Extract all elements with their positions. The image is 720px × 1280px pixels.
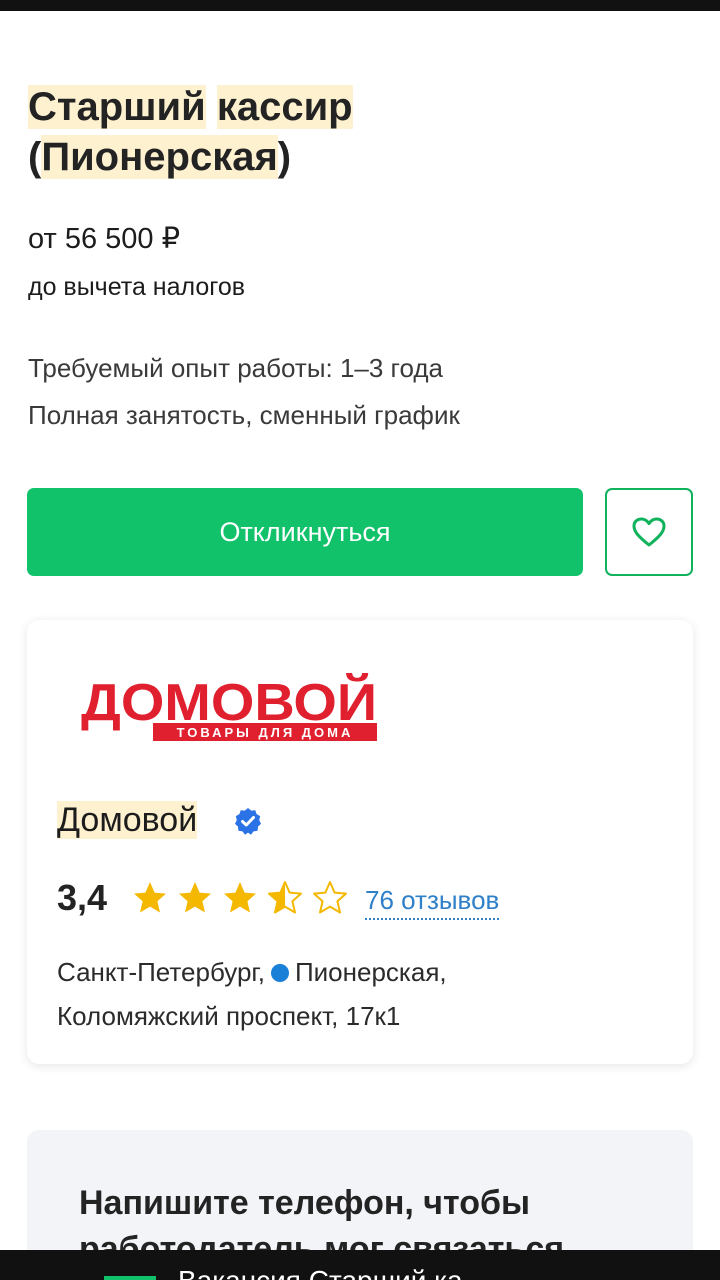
reviews-link[interactable]: 76 отзывов (365, 882, 500, 920)
company-card[interactable]: ДОМОВОЙ ТОВАРЫ ДЛЯ ДОМА Домовой 3,4 76 о… (27, 620, 693, 1064)
metro-dot-icon (270, 964, 289, 982)
address-metro: Пионерская, (294, 957, 447, 987)
experience-requirement: Требуемый опыт работы: 1–3 года (28, 353, 443, 383)
bottom-banner-text: Вакансия Старший ка (178, 1266, 463, 1280)
heart-icon (632, 517, 666, 547)
banner-icon (104, 1276, 156, 1280)
company-name-label: Домовой (57, 801, 198, 839)
address-street: Коломяжский проспект, 17к1 (57, 1001, 401, 1031)
rating-value: 3,4 (57, 877, 108, 918)
apply-button[interactable]: Откликнуться (27, 488, 583, 576)
employment-schedule: Полная занятость, сменный график (28, 400, 460, 430)
star-half-icon (268, 881, 302, 914)
status-bar (0, 0, 720, 11)
bottom-banner[interactable]: Вакансия Старший ка (0, 1250, 720, 1280)
star-full-icon (179, 882, 211, 913)
verified-icon (235, 808, 261, 835)
star-full-icon (134, 882, 166, 913)
favorite-button[interactable] (605, 488, 693, 576)
company-name[interactable]: Домовой (57, 798, 198, 842)
svg-text:ТОВАРЫ ДЛЯ ДОМА: ТОВАРЫ ДЛЯ ДОМА (177, 725, 354, 740)
rating-stars (131, 879, 349, 917)
vacancy-title: Старший кассир (Пионерская) (28, 85, 353, 179)
salary: от 56 500 ₽ (28, 223, 181, 255)
salary-note: до вычета налогов (28, 273, 246, 301)
title-word: кассир (216, 85, 353, 129)
title-word: Старший (28, 85, 206, 129)
address-city: Санкт-Петербург, (57, 957, 265, 987)
star-full-icon (224, 882, 256, 913)
apply-button-label: Откликнуться (219, 516, 391, 547)
company-address: Санкт-Петербург, Пионерская, Коломяжский … (57, 950, 677, 1038)
title-word: Пионерская (41, 135, 278, 179)
star-empty-icon (313, 881, 347, 914)
company-logo: ДОМОВОЙ ТОВАРЫ ДЛЯ ДОМА (81, 673, 377, 741)
